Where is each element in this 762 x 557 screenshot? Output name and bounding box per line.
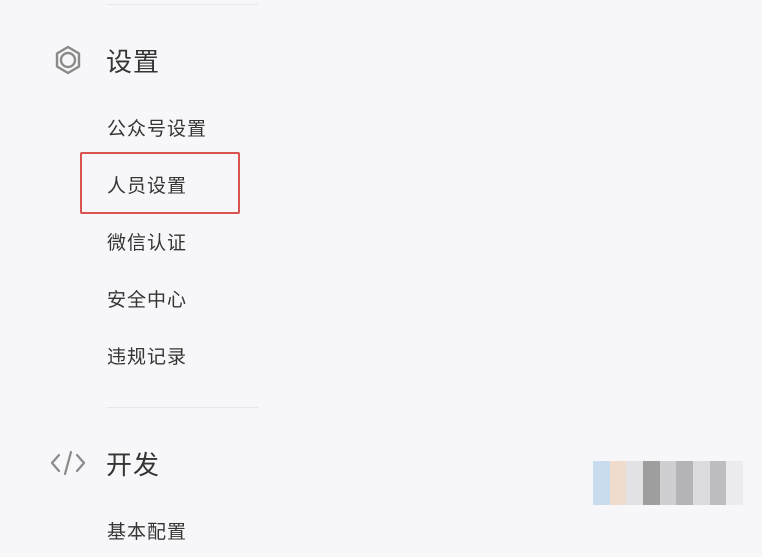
divider-middle — [107, 407, 258, 408]
section-header-settings: 设置 — [50, 40, 160, 80]
highlight-box — [80, 152, 240, 214]
menu-item-account-settings[interactable]: 公众号设置 — [107, 115, 207, 143]
code-icon — [50, 445, 86, 481]
menu-item-violation-records[interactable]: 违规记录 — [107, 343, 187, 371]
section-title-develop: 开发 — [106, 450, 161, 481]
section-title-settings: 设置 — [106, 47, 161, 78]
divider-top — [107, 4, 258, 5]
menu-item-basic-config[interactable]: 基本配置 — [107, 518, 187, 546]
gear-icon — [50, 42, 86, 78]
menu-item-security-center[interactable]: 安全中心 — [107, 286, 187, 314]
section-header-develop: 开发 — [50, 443, 160, 483]
menu-item-wechat-verification[interactable]: 微信认证 — [107, 229, 187, 257]
watermark-blur — [593, 461, 744, 505]
